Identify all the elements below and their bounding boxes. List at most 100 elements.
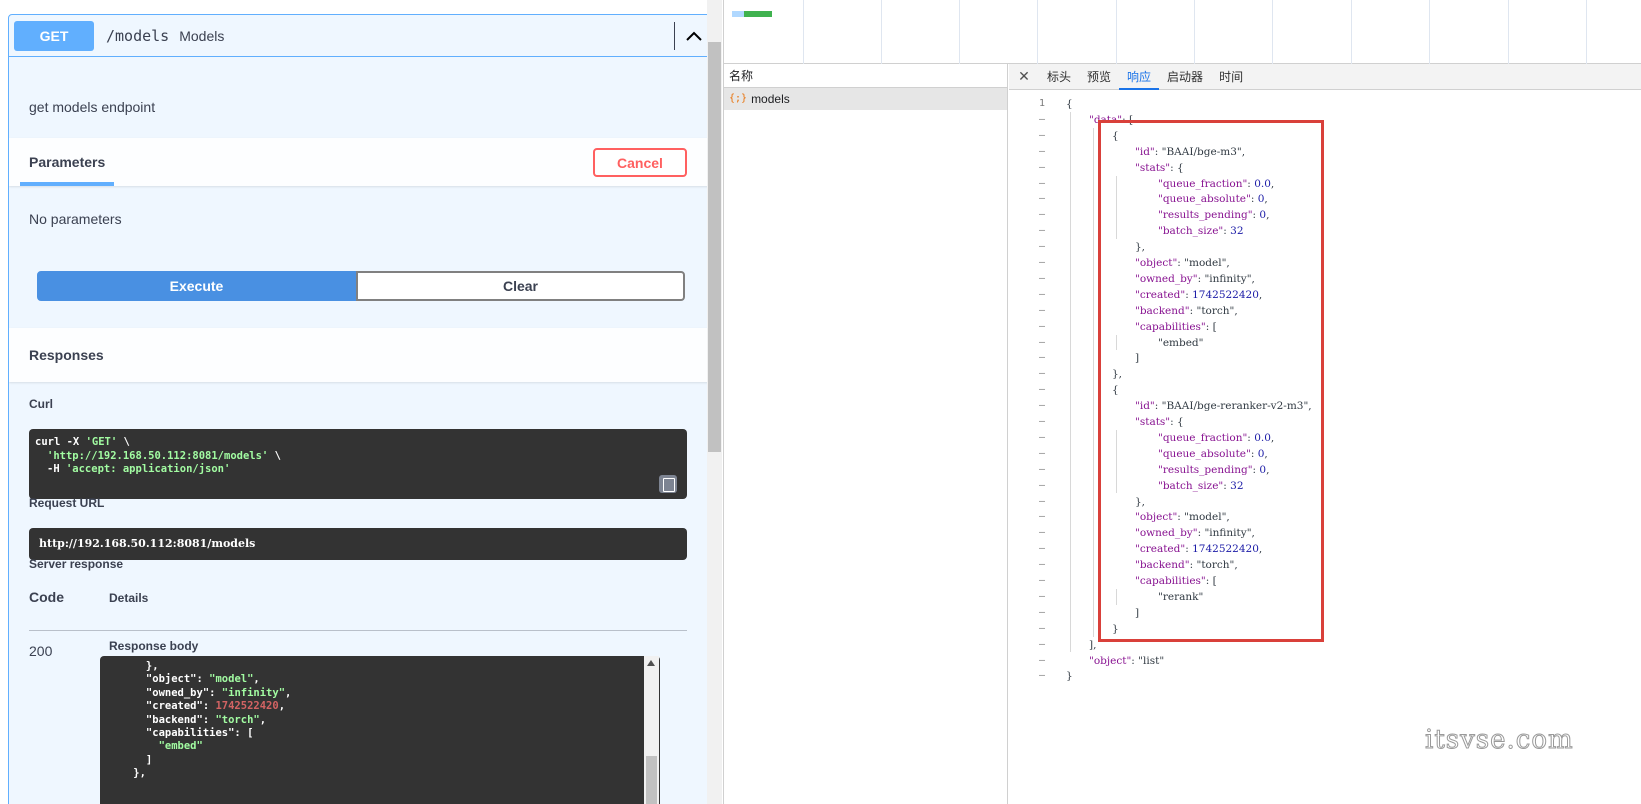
line-number: – [1038, 559, 1045, 571]
collapse-button[interactable] [681, 23, 707, 49]
line-number: – [1038, 400, 1045, 412]
line-number: 1 [1038, 98, 1045, 109]
line-number: – [1038, 304, 1045, 316]
line-number: – [1038, 113, 1045, 125]
line-number: – [1038, 622, 1045, 634]
curl-line-1: curl -X 'GET' \ [35, 436, 130, 448]
response-table-divider [29, 630, 687, 631]
request-url-box[interactable]: http://192.168.50.112:8081/models [29, 528, 687, 560]
line-number: – [1038, 463, 1045, 475]
parameters-header: Parameters Cancel [9, 138, 710, 186]
line-number: – [1038, 527, 1045, 539]
curl-line-3: -H 'accept: application/json' [47, 463, 231, 475]
timeline-gridline [881, 0, 882, 64]
json-text: ], [1089, 638, 1097, 651]
operation-description: get models endpoint [29, 99, 156, 115]
line-number: – [1038, 241, 1045, 253]
timeline-gridline [1116, 0, 1117, 64]
scrollbar-thumb[interactable] [646, 756, 657, 804]
curl-line-2: 'http://192.168.50.112:8081/models' \ [47, 449, 281, 462]
line-number: – [1038, 431, 1045, 443]
indent-guide [1093, 127, 1094, 637]
json-text: } [1066, 670, 1073, 683]
tab-parameters[interactable]: Parameters [29, 138, 105, 186]
operation-summary[interactable]: GET /models Models [9, 15, 710, 57]
page-scrollbar-thumb[interactable] [708, 42, 721, 452]
no-parameters-text: No parameters [29, 211, 122, 227]
cancel-button[interactable]: Cancel [593, 148, 687, 177]
line-number: – [1038, 590, 1045, 602]
line-number: – [1038, 225, 1045, 237]
line-number: – [1038, 479, 1045, 491]
request-list: 名称 {;} models [724, 64, 1008, 804]
request-url-label: Request URL [29, 496, 105, 510]
details-column-header: Details [109, 591, 149, 605]
close-icon[interactable]: ✕ [1009, 68, 1039, 85]
json-file-icon: {;} [729, 93, 748, 104]
line-number: – [1038, 336, 1045, 348]
response-body-label: Response body [109, 639, 199, 653]
timeline-gridline [1508, 0, 1509, 64]
summary-divider [674, 22, 675, 50]
watermark-text: itsvse.com [1425, 725, 1574, 756]
highlight-annotation-box [1098, 120, 1324, 642]
tab-initiator[interactable]: 启动器 [1159, 64, 1211, 90]
json-line: –} [1009, 668, 1641, 684]
timeline-gridline [1586, 0, 1587, 64]
line-number: – [1038, 352, 1045, 364]
clear-button[interactable]: Clear [356, 271, 685, 301]
line-number: – [1038, 416, 1045, 427]
line-number: – [1038, 272, 1045, 284]
responses-title: Responses [29, 347, 104, 363]
line-number: – [1038, 575, 1045, 586]
line-number: – [1038, 209, 1045, 221]
json-text: "object": "list" [1089, 654, 1165, 667]
server-response-label: Server response [29, 557, 124, 571]
code-column-header: Code [29, 589, 64, 605]
tab-timing[interactable]: 时间 [1211, 64, 1251, 90]
line-number: – [1038, 257, 1045, 268]
curl-code-block[interactable]: curl -X 'GET' \ 'http://192.168.50.112:8… [29, 429, 687, 499]
line-number: – [1038, 177, 1045, 189]
operation-path: /models [106, 26, 170, 45]
tab-preview[interactable]: 预览 [1079, 64, 1119, 90]
network-timeline[interactable] [724, 0, 1641, 64]
curl-label: Curl [29, 397, 53, 411]
line-number: – [1038, 543, 1045, 555]
request-row-models[interactable]: {;} models [724, 88, 1007, 110]
swagger-panel: GET /models Models get models endpoint P… [0, 0, 740, 804]
detail-tabs: ✕ 标头 预览 响应 启动器 时间 [1009, 64, 1641, 90]
line-number: – [1038, 670, 1045, 682]
chevron-up-icon [686, 31, 702, 41]
scroll-up-arrow-icon[interactable] [647, 660, 655, 666]
line-number: – [1038, 145, 1045, 157]
operation-summary-text: Models [179, 27, 225, 44]
page-scrollbar[interactable] [707, 0, 722, 804]
copy-to-clipboard-icon[interactable] [659, 475, 677, 493]
timeline-gridline [1194, 0, 1195, 64]
tab-headers[interactable]: 标头 [1039, 64, 1079, 90]
name-column-header[interactable]: 名称 [724, 64, 1007, 88]
execute-wrapper: Execute Clear [37, 271, 685, 301]
line-number: – [1038, 384, 1045, 396]
line-number: – [1038, 368, 1045, 380]
tab-response[interactable]: 响应 [1119, 64, 1160, 90]
indent-guide [1070, 111, 1071, 653]
line-number: – [1038, 447, 1045, 459]
line-number: – [1038, 654, 1045, 666]
response-body-scrollbar[interactable] [644, 656, 659, 804]
json-line: 1{ [1009, 96, 1641, 112]
line-number: – [1038, 193, 1045, 205]
line-number: – [1038, 511, 1045, 523]
line-number: – [1038, 288, 1045, 300]
line-number: – [1038, 606, 1045, 618]
timeline-gridline [1037, 0, 1038, 64]
tab-underline [20, 182, 114, 186]
responses-header: Responses [9, 328, 710, 382]
line-number: – [1038, 495, 1045, 507]
json-line: – "object": "list" [1009, 653, 1641, 669]
timeline-gridline [1272, 0, 1273, 64]
response-body-code[interactable]: }, "object": "model", "owned_by": "infin… [100, 656, 660, 804]
execute-button[interactable]: Execute [37, 271, 356, 301]
timeline-gridline [1429, 0, 1430, 64]
